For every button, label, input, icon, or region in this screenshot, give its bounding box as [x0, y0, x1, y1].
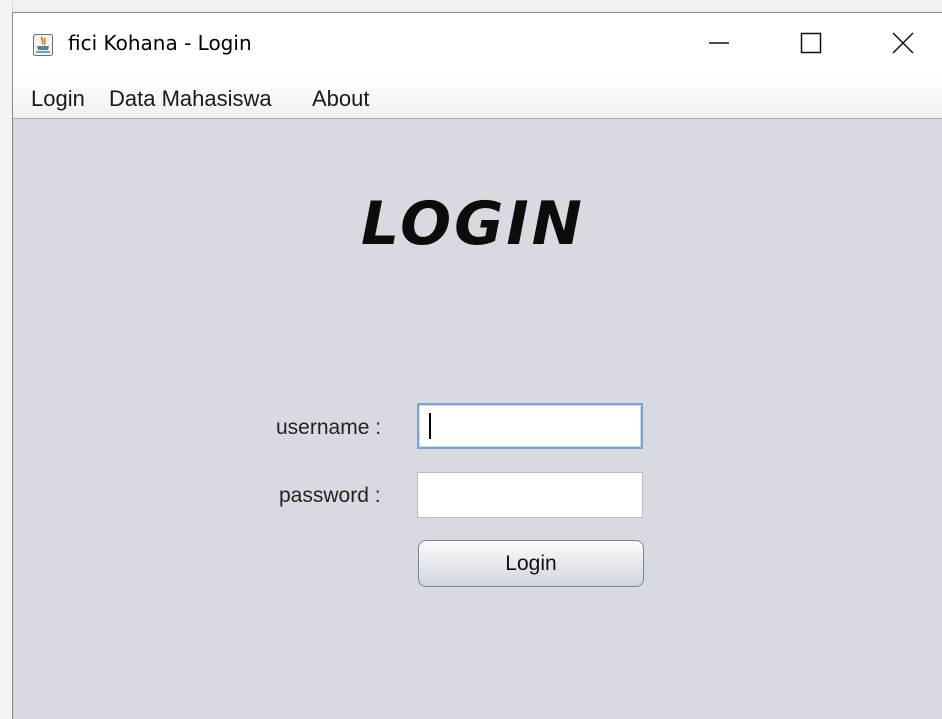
desktop-background-top — [0, 0, 942, 12]
maximize-button[interactable] — [765, 13, 857, 77]
username-label: username : — [276, 416, 382, 439]
password-input[interactable] — [417, 472, 643, 518]
close-icon — [892, 31, 914, 59]
close-button[interactable] — [857, 13, 942, 77]
maximize-icon — [800, 32, 822, 59]
text-caret — [429, 413, 431, 439]
minimize-icon — [708, 32, 730, 59]
login-button[interactable]: Login — [418, 540, 644, 587]
minimize-button[interactable] — [673, 13, 765, 77]
menu-data-mahasiswa[interactable]: Data Mahasiswa — [109, 86, 272, 112]
login-heading: LOGIN — [361, 189, 585, 259]
window-title: fici Kohana - Login — [68, 31, 252, 55]
username-input[interactable] — [417, 403, 643, 449]
login-panel: LOGIN username : password : Login — [13, 119, 942, 719]
java-icon — [33, 34, 53, 56]
password-label: password : — [279, 484, 381, 507]
login-window: fici Kohana - Login Login Data Mahasiswa… — [12, 12, 942, 719]
menu-login[interactable]: Login — [31, 86, 85, 112]
title-bar[interactable]: fici Kohana - Login — [13, 13, 942, 77]
menu-about[interactable]: About — [312, 86, 370, 112]
menu-bar: Login Data Mahasiswa About — [13, 77, 942, 119]
